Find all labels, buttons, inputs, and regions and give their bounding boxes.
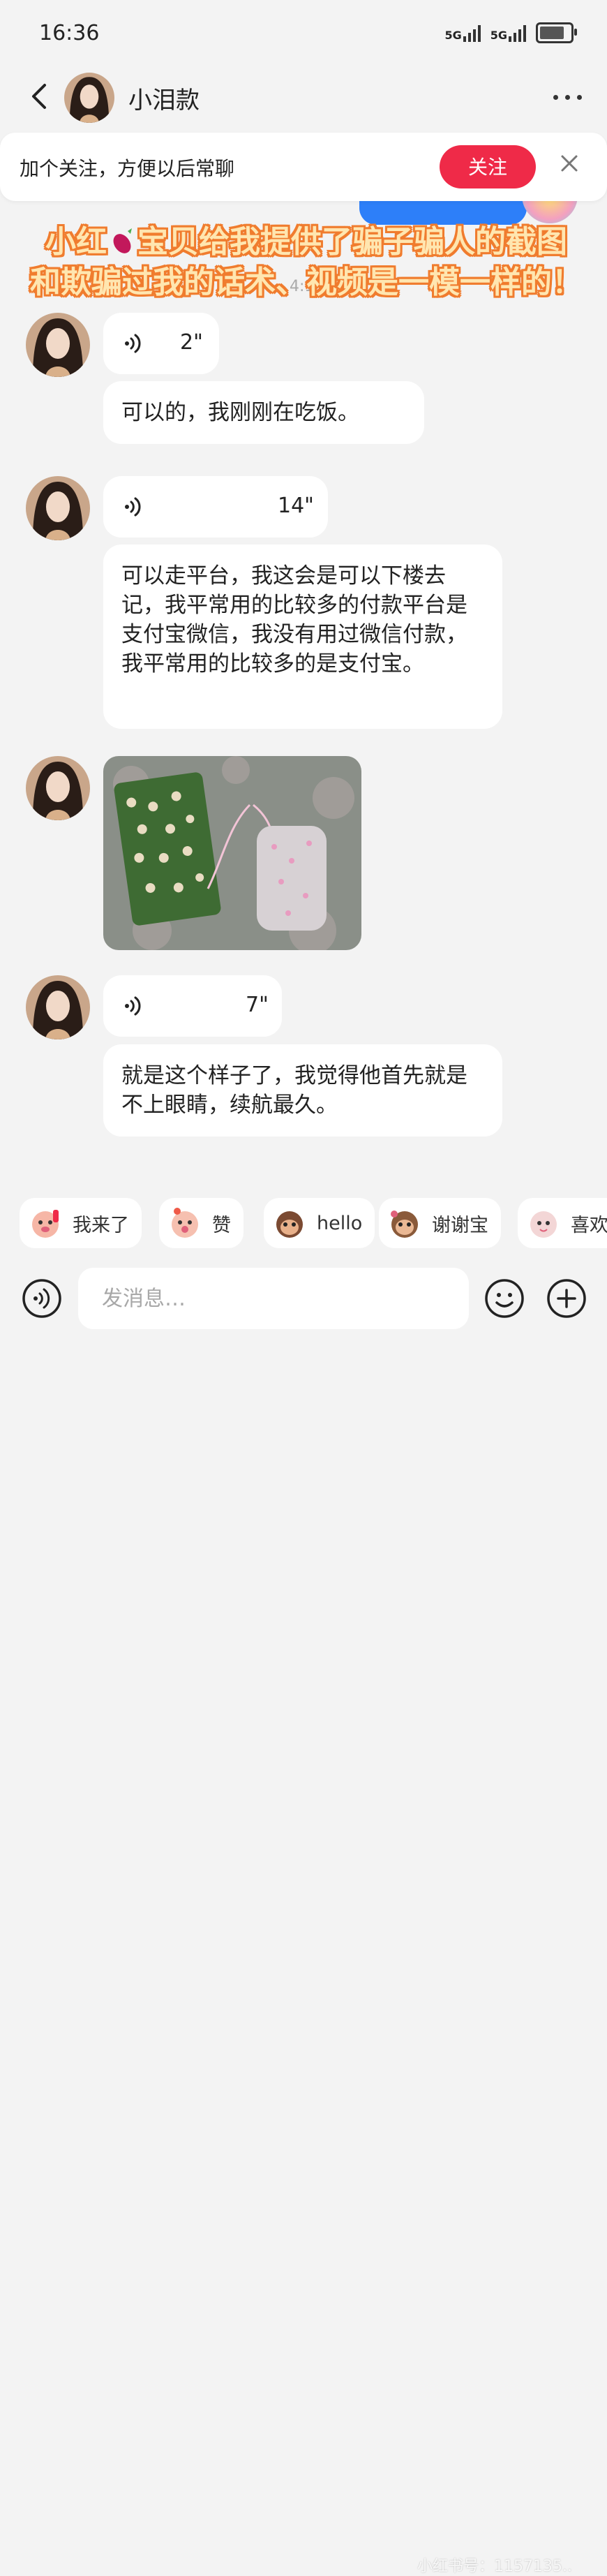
voice-wave-icon bbox=[125, 334, 141, 353]
message-input[interactable] bbox=[78, 1268, 469, 1329]
sweet-potato-icon bbox=[113, 228, 132, 253]
previous-message-bubble bbox=[359, 201, 527, 225]
quick-reply-label: hello bbox=[317, 1212, 363, 1234]
quick-reply-chip[interactable]: 赞 bbox=[159, 1198, 243, 1248]
follow-button[interactable]: 关注 bbox=[440, 145, 536, 188]
follow-banner: 加个关注，方便以后常聊 关注 bbox=[0, 133, 607, 201]
status-icons: 5G 5G bbox=[444, 22, 577, 43]
contact-avatar[interactable] bbox=[64, 73, 114, 123]
voice-message[interactable]: 7" bbox=[103, 975, 282, 1037]
text-message: 可以的，我刚刚在吃饭。 bbox=[103, 381, 424, 444]
quick-reply-label: 赞 bbox=[212, 1214, 231, 1236]
more-icon[interactable] bbox=[553, 95, 582, 100]
text-message: 可以走平台，我这会是可以下楼去记，我平常用的比较多的付款平台是支付宝微信，我没有… bbox=[103, 545, 502, 729]
voice-duration: 2" bbox=[180, 330, 203, 355]
sticker-wave-icon bbox=[32, 1210, 59, 1238]
voice-input-icon[interactable] bbox=[21, 1278, 63, 1319]
sticker-thumbs-icon bbox=[172, 1208, 198, 1238]
quick-reply-label: 喜欢 bbox=[571, 1214, 607, 1236]
signal-icon-1: 5G bbox=[444, 24, 481, 42]
quick-reply-label: 我来了 bbox=[73, 1214, 129, 1236]
plus-icon[interactable] bbox=[546, 1278, 587, 1319]
quick-reply-chip[interactable]: 谢谢宝 bbox=[379, 1198, 501, 1248]
follow-prompt-text: 加个关注，方便以后常聊 bbox=[20, 157, 235, 180]
back-icon[interactable] bbox=[27, 82, 54, 110]
status-bar: 16:36 5G 5G bbox=[0, 0, 607, 70]
quick-reply-chip[interactable]: 我来了 bbox=[20, 1198, 142, 1248]
sticker-monkey-icon bbox=[276, 1211, 303, 1238]
contact-name: 小泪款 bbox=[128, 87, 200, 114]
caption-line-1-start: 小红 bbox=[45, 224, 107, 260]
caption-line-1: 小红 宝贝给我提供了骗子骗人的截图 bbox=[10, 222, 603, 262]
voice-message[interactable]: 14" bbox=[103, 476, 328, 538]
signal-icon-2: 5G bbox=[490, 24, 526, 42]
watermark: 小红书号：1157135.. bbox=[417, 2558, 572, 2575]
emoji-icon[interactable] bbox=[484, 1278, 525, 1319]
quick-reply-chip[interactable]: hello bbox=[264, 1198, 375, 1248]
input-bar: 小红书号：1157135.. bbox=[0, 1257, 607, 2575]
chat-header: 小泪款 bbox=[0, 70, 607, 126]
voice-wave-icon bbox=[125, 996, 141, 1016]
sender-avatar[interactable] bbox=[26, 975, 90, 1039]
sticker-thanks-icon bbox=[391, 1211, 418, 1238]
sticker-love-icon bbox=[530, 1211, 557, 1238]
status-time: 16:36 bbox=[39, 21, 100, 45]
voice-duration: 7" bbox=[246, 993, 269, 1017]
caption-line-1-end: 宝贝给我提供了骗子骗人的截图 bbox=[137, 224, 567, 260]
quick-reply-chip[interactable]: 喜欢 bbox=[518, 1198, 607, 1248]
overlay-caption: 小红 宝贝给我提供了骗子骗人的截图 和欺骗过我的话术、视频是一模一样的！ bbox=[10, 222, 603, 303]
battery-icon bbox=[536, 22, 577, 43]
text-message: 就是这个样子了，我觉得他首先就是不上眼睛，续航最久。 bbox=[103, 1044, 502, 1137]
voice-duration: 14" bbox=[278, 494, 314, 518]
quick-reply-bar: 我来了 赞 hello 谢谢宝 喜欢 bbox=[0, 1187, 607, 1257]
close-icon[interactable] bbox=[558, 152, 580, 175]
signal-label-1: 5G bbox=[444, 29, 462, 42]
voice-message[interactable]: 2" bbox=[103, 313, 219, 374]
voice-wave-icon bbox=[125, 497, 141, 517]
caption-line-2: 和欺骗过我的话术、视频是一模一样的！ bbox=[30, 265, 583, 300]
sender-avatar[interactable] bbox=[26, 756, 90, 820]
sender-avatar[interactable] bbox=[26, 313, 90, 377]
sender-avatar[interactable] bbox=[26, 476, 90, 540]
signal-label-2: 5G bbox=[490, 29, 507, 42]
quick-reply-label: 谢谢宝 bbox=[432, 1214, 488, 1236]
image-message[interactable] bbox=[103, 756, 361, 950]
